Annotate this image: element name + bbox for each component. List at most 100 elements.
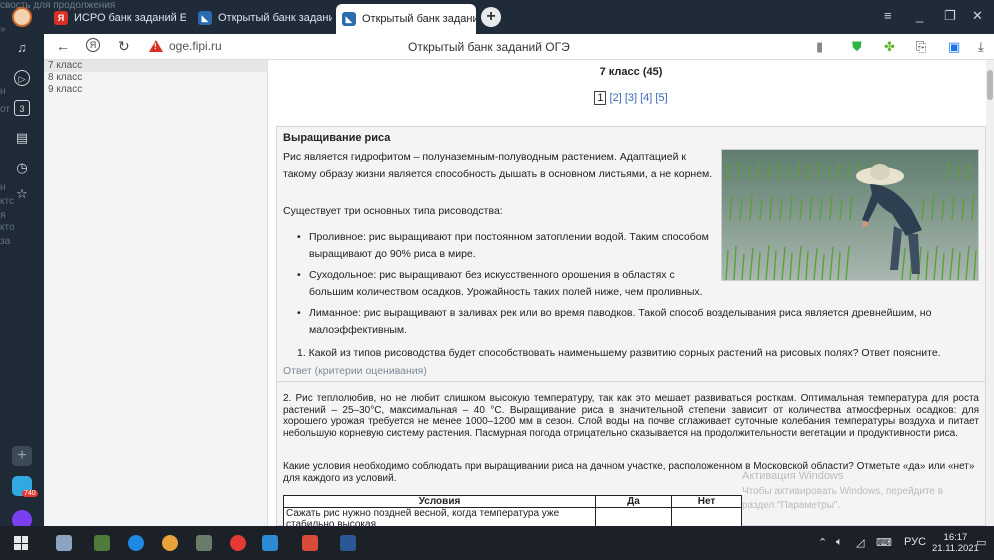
- profile-avatar-icon[interactable]: [12, 7, 32, 27]
- tab-label: Открытый банк заданий д: [218, 12, 332, 24]
- url-field[interactable]: ! oge.fipi.ru: [149, 39, 222, 53]
- add-panel-icon[interactable]: +: [12, 446, 32, 466]
- tab-isro[interactable]: Я ИСРО банк заданий ЕНГ: [48, 6, 186, 30]
- play-icon[interactable]: ▷: [14, 70, 30, 86]
- yandex-favicon-icon: Я: [54, 11, 68, 25]
- bookmark-icon[interactable]: ▮: [816, 39, 823, 55]
- powerpoint-app-icon[interactable]: [302, 535, 318, 551]
- url-domain: oge.fipi.ru: [169, 39, 222, 53]
- condition-cell: Сажать рис нужно поздней весной, когда т…: [283, 507, 596, 526]
- page-link[interactable]: [5]: [655, 92, 667, 104]
- overflow-side-text: от: [0, 104, 10, 115]
- pagination: 1 [2] [3] [4] [5]: [268, 91, 994, 105]
- list-item: Суходольное: рис выращивают без искусств…: [297, 267, 717, 301]
- table-row: Сажать рис нужно поздней весной, когда т…: [283, 507, 742, 526]
- list-item: Проливное: рис выращивают при постоянном…: [297, 229, 717, 263]
- no-cell[interactable]: [671, 507, 742, 526]
- answer-criteria-link[interactable]: Ответ (критерии оценивания): [283, 365, 427, 377]
- restore-icon[interactable]: ❐: [944, 8, 956, 24]
- taskbar: ⌃ 🔈︎ ◿ ⌨ РУС 16:17 21.11.2021 ▭: [0, 526, 994, 560]
- page-link-current[interactable]: 1: [594, 91, 607, 105]
- counter-icon[interactable]: 3: [14, 100, 30, 116]
- warning-icon: !: [149, 40, 163, 52]
- messenger-app-icon[interactable]: [128, 535, 144, 551]
- file-app-icon[interactable]: [56, 535, 72, 551]
- overflow-side-text: за: [0, 236, 11, 247]
- paint-app-icon[interactable]: [94, 535, 110, 551]
- minimize-icon[interactable]: _: [916, 8, 923, 23]
- tray-chevron-icon[interactable]: ⌃: [818, 536, 827, 549]
- menu-icon[interactable]: ≡: [884, 8, 892, 23]
- reload-icon[interactable]: ↻: [118, 38, 130, 55]
- rice-types-list: Проливное: рис выращивают при постоянном…: [297, 229, 977, 343]
- conditions-table: Условия Да Нет Сажать рис нужно поздней …: [283, 495, 742, 526]
- tab-fipi-1[interactable]: ◣ Открытый банк заданий д: [192, 6, 332, 30]
- page-link[interactable]: [4]: [640, 92, 652, 104]
- question-2: Какие условия необходимо соблюдать при в…: [283, 461, 975, 484]
- overflow-side-text: »: [0, 24, 6, 35]
- clock-icon[interactable]: ◷: [14, 160, 30, 176]
- sidebar-item-grade-8[interactable]: 8 класс: [44, 72, 267, 84]
- back-icon[interactable]: ←: [56, 38, 70, 54]
- collections-icon[interactable]: ⎘: [916, 39, 926, 55]
- windows-start-icon[interactable]: [14, 536, 28, 550]
- language-indicator[interactable]: РУС: [904, 536, 926, 548]
- notes-icon[interactable]: ▤: [14, 130, 30, 146]
- activation-text: раздел "Параметры".: [742, 500, 841, 511]
- vertical-scrollbar[interactable]: [986, 60, 994, 526]
- clock-time: 16:17: [943, 532, 968, 543]
- new-tab-icon[interactable]: +: [481, 7, 501, 27]
- extension-icon[interactable]: ✤: [884, 39, 895, 55]
- network-icon[interactable]: ◿: [856, 536, 864, 549]
- activation-title: Активация Windows: [742, 470, 844, 482]
- task-intro-line: такому образу жизни является способность…: [283, 168, 713, 180]
- protect-shield-icon[interactable]: ⛊: [852, 39, 862, 55]
- page-title: Открытый банк заданий ОГЭ: [408, 40, 570, 54]
- tab-bar: свость для продолжения Я ИСРО банк задан…: [0, 0, 994, 34]
- volume-icon[interactable]: 🔈︎: [836, 536, 843, 549]
- downloads-icon[interactable]: ⤓: [978, 39, 984, 55]
- grade-heading: 7 класс (45): [599, 66, 663, 78]
- task-2-text: 2. Рис теплолюбив, но не любит слишком в…: [283, 393, 979, 439]
- tab-label: Открытый банк задани: [362, 13, 476, 25]
- messenger-badge: 740: [22, 490, 38, 497]
- page-link[interactable]: [3]: [625, 92, 637, 104]
- star-icon[interactable]: ☆: [14, 186, 30, 202]
- fipi-favicon-icon: ◣: [342, 12, 356, 26]
- word-app-icon[interactable]: [340, 535, 356, 551]
- activation-text: Чтобы активировать Windows, перейдите в: [742, 486, 944, 497]
- table-header: Да: [595, 495, 672, 508]
- overflow-side-text: ктс: [0, 196, 14, 207]
- tab-fipi-active[interactable]: ◣ Открытый банк задани ✕: [336, 4, 476, 34]
- sidebar-item-grade-7[interactable]: 7 класс: [44, 60, 267, 72]
- keyboard-icon[interactable]: ⌨: [876, 536, 892, 549]
- task-intro-line: Рис является гидрофитом – полуназемным-п…: [283, 151, 686, 163]
- notifications-icon[interactable]: ▭: [976, 536, 986, 549]
- download-badge-icon[interactable]: ▣: [948, 39, 960, 55]
- yandex-logo-icon[interactable]: Я: [86, 38, 100, 52]
- address-bar: ← Я ↻ ! oge.fipi.ru Открытый банк задани…: [44, 34, 994, 60]
- yes-cell[interactable]: [595, 507, 672, 526]
- close-window-icon[interactable]: ✕: [972, 8, 983, 24]
- question-1: 1. Какой из типов рисоводства будет спос…: [297, 347, 941, 359]
- sidebar-item-grade-9[interactable]: 9 класс: [44, 84, 267, 96]
- fipi-favicon-icon: ◣: [198, 11, 212, 25]
- table-header: Условия: [283, 495, 596, 508]
- page-link[interactable]: [2]: [610, 92, 622, 104]
- main-content: 7 класс (45) 1 [2] [3] [4] [5] Выращиван…: [268, 60, 994, 526]
- tool-app-icon[interactable]: [196, 535, 212, 551]
- yandex-browser-icon[interactable]: [230, 535, 246, 551]
- task-heading: Выращивание риса: [283, 132, 391, 144]
- clock-date: 21.11.2021: [932, 543, 979, 554]
- tab-label: ИСРО банк заданий ЕНГ: [74, 12, 186, 24]
- scrollbar-thumb[interactable]: [987, 70, 993, 100]
- grade-sidebar: 7 класс 8 класс 9 класс: [44, 60, 268, 526]
- chrome-app-icon[interactable]: [162, 535, 178, 551]
- bell-icon[interactable]: ♫: [14, 40, 30, 56]
- task-card: Выращивание риса Рис является гидрофитом…: [276, 126, 986, 526]
- explorer-app-icon[interactable]: [262, 535, 278, 551]
- overflow-side-text: кто: [0, 222, 15, 233]
- clock[interactable]: 16:17 21.11.2021: [932, 532, 979, 554]
- overflow-side-text: н: [0, 86, 6, 97]
- types-intro: Существует три основных типа рисоводства…: [283, 205, 503, 217]
